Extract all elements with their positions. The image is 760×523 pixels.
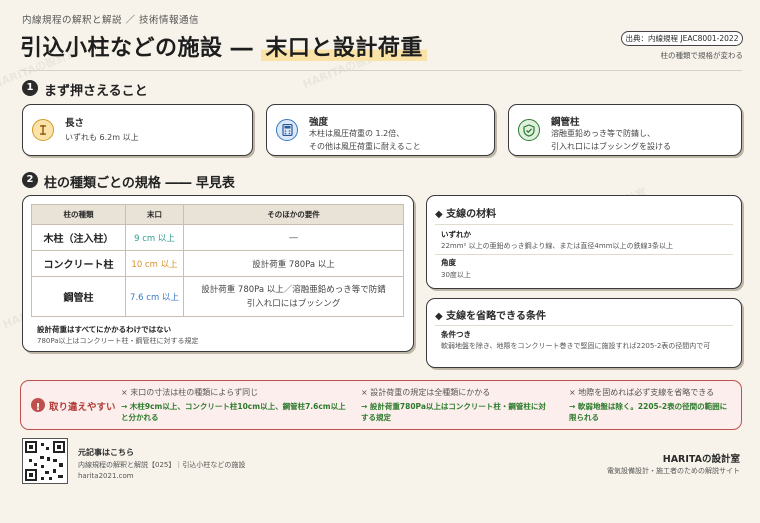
divider [20,70,742,71]
table-row: 木柱（注入柱） 9 cm 以上 ― [31,224,404,251]
correct-statement: → 軟弱地盤は除く。2205-2表の径間の範囲に限られる [569,402,728,422]
top-diameter: 7.6 cm 以上 [125,276,184,317]
top-diameter: 9 cm 以上 [125,224,184,251]
divider [435,325,733,326]
correct-statement: → 木柱9cm以上、コンクリート柱10cm以上、鋼管柱7.6cm以上と分かれる [121,402,346,422]
info-card: 長さ いずれも 6.2m 以上 [22,104,253,156]
source-badge: 出典：内線規程 JEAC8001-2022 [621,31,743,46]
kicker: 内線規程の解釈と解説 ／ 技術情報通信 [22,15,200,26]
svg-text:!: ! [36,402,41,413]
qr-code[interactable] [22,438,68,484]
omit-title: ◆ 支線を省略できる条件 [435,311,546,322]
wrong-statement: × 地際を固めれば必ず支線を省略できる [569,388,715,397]
requirement: 設計荷重 780Pa 以上／溶融亜鉛めっき等で防錆 引入れ口にはブッシング [183,276,404,317]
warning-icon: ! [31,398,45,413]
column-header: 柱の種類 [31,204,126,225]
table-row: 鋼管柱 7.6 cm 以上 設計荷重 780Pa 以上／溶融亜鉛めっき等で防錆 … [31,276,404,317]
divider [435,254,733,255]
materials-label: いずれか [441,230,471,239]
warning-item: × 地際を固めれば必ず支線を省略できる → 軟弱地盤は除く。2205-2表の径間… [569,387,734,423]
table-row: コンクリート柱 10 cm 以上 設計荷重 780Pa 以上 [31,250,404,277]
wrong-statement: × 末口の寸法は柱の種類によらず同じ [121,388,259,397]
brand-subtitle: 電気設備設計・施工者のための解説サイト [607,467,740,475]
source-note: 柱の種類で規格が変わる [660,51,744,60]
note-title: 設計荷重はすべてにかかるわけではない [37,325,172,334]
qr-subtitle: 内線規程の解釈と解説【025】｜引込小柱などの施設 [78,461,246,469]
qr-title: 元記事はこちら [78,448,134,457]
omit-text: 軟弱地盤を除き、地際をコンクリート巻きで堅固に施設すれば2205-2表の径間内で… [441,342,711,350]
materials-label: 角度 [441,258,456,267]
spec-table: 柱の種類 末口 そのほかの要件 木柱（注入柱） 9 cm 以上 ― コンクリート… [31,204,404,317]
info-card: 強度 木柱は風圧荷重の 1.2倍、 その他は風圧荷重に耐えること [266,104,495,156]
card-title: 鋼管柱 [551,117,580,128]
table-header-row: 柱の種類 末口 そのほかの要件 [31,204,404,225]
calculator-icon [276,119,298,141]
info-card: 鋼管柱 溶融亜鉛めっき等で防錆し、 引入れ口にはブッシングを設ける [508,104,742,156]
page-title: 引込小柱などの施設 ― 末口と設計荷重 [20,30,427,62]
materials-card: ◆ 支線の材料 いずれか 22mm² 以上の亜鉛めっき鋼より線、または直径4mm… [426,195,742,289]
divider [435,224,733,225]
pole-type: コンクリート柱 [31,250,126,277]
ruler-icon [32,119,54,141]
card-title: 強度 [309,117,329,128]
materials-text: 22mm² 以上の亜鉛めっき鋼より線、または直径4mm以上の鉄線3条以上 [441,242,673,250]
column-header: 末口 [125,204,184,225]
warning-box: ! 取り違えやすい × 末口の寸法は柱の種類によらず同じ → 木柱9cm以上、コ… [20,380,742,430]
pole-type: 鋼管柱 [31,276,126,317]
card-body: 溶融亜鉛めっき等で防錆し、 引入れ口にはブッシングを設ける [551,129,671,151]
card-body: 木柱は風圧荷重の 1.2倍、 その他は風圧荷重に耐えること [309,129,421,151]
title-highlight: 末口と設計荷重 [261,36,427,61]
card-title: 長さ [65,118,85,129]
warning-item: × 設計荷重の規定は全種類にかかる → 設計荷重780Pa以上はコンクリート柱・… [361,387,551,423]
card-body: いずれも 6.2m 以上 [65,133,139,142]
omit-card: ◆ 支線を省略できる条件 条件つき 軟弱地盤を除き、地際をコンクリート巻きで堅固… [426,298,742,368]
wrong-statement: × 設計荷重の規定は全種類にかかる [361,388,491,397]
warning-label: 取り違えやすい [49,402,116,413]
requirement: 設計荷重 780Pa 以上 [183,250,404,277]
warning-item: × 末口の寸法は柱の種類によらず同じ → 木柱9cm以上、コンクリート柱10cm… [121,387,346,423]
section-number: 1 [22,80,38,96]
note-body: 780Pa以上はコンクリート柱・鋼管柱に対する規定 [37,337,199,345]
omit-label: 条件つき [441,330,471,339]
pole-type: 木柱（注入柱） [31,224,126,251]
requirement: ― [183,224,404,251]
correct-statement: → 設計荷重780Pa以上はコンクリート柱・鋼管柱に対する規定 [361,402,546,422]
section-title: 柱の種類ごとの規格 ―― 早見表 [44,176,235,191]
qr-url[interactable]: harita2021.com [78,472,134,480]
brand-name: HARITAの設計室 [662,454,740,465]
section-title: まず押さえること [44,84,148,99]
materials-title: ◆ 支線の材料 [435,209,497,220]
materials-text: 30度以上 [441,271,471,279]
top-diameter: 10 cm 以上 [125,250,184,277]
spec-table-card: 柱の種類 末口 そのほかの要件 木柱（注入柱） 9 cm 以上 ― コンクリート… [22,195,414,352]
column-header: そのほかの要件 [183,204,404,225]
section-number: 2 [22,172,38,188]
shield-check-icon [518,119,540,141]
